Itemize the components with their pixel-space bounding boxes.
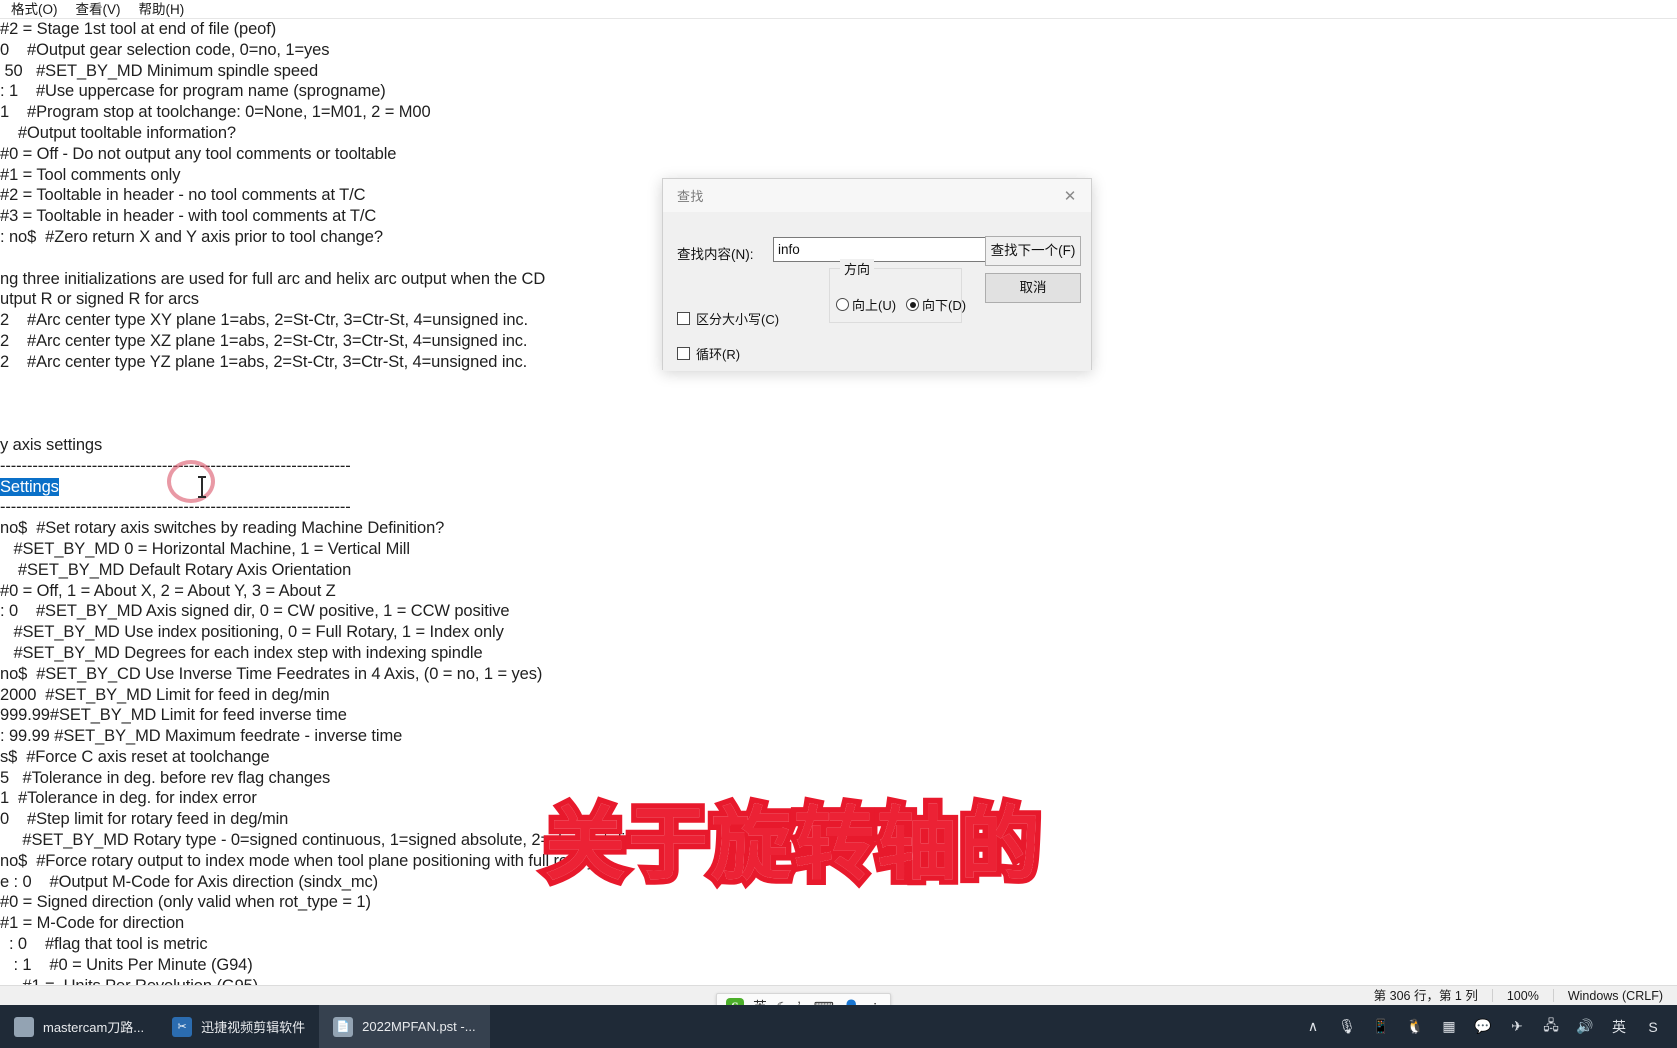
checkbox-wrap-around-label: 循环(R) — [696, 347, 741, 362]
windows-taskbar: mastercam刀路... ✂ 迅捷视频剪辑软件 📄 2022MPFAN.ps… — [0, 1005, 1677, 1048]
editor-line: #0 = Signed direction (only valid when r… — [0, 893, 371, 912]
find-dialog: 查找 ✕ 查找内容(N): 查找下一个(F) 取消 方向 向上(U) 向下(D) — [662, 178, 1092, 371]
telegram-icon[interactable]: ✈ — [1507, 1017, 1527, 1037]
editor-line: : 0 #flag that tool is metric — [0, 935, 208, 954]
editor-line: : 0 #SET_BY_MD Axis signed dir, 0 = CW p… — [0, 602, 510, 621]
editor-line: no$ #Force rotary output to index mode w… — [0, 851, 596, 870]
screen-root: 格式(O) 查看(V) 帮助(H) #2 = Stage 1st tool at… — [0, 0, 1677, 1048]
editor-line: : 1 #Use uppercase for program name (spr… — [0, 82, 386, 101]
editor-line: #SET_BY_MD Default Rotary Axis Orientati… — [0, 560, 352, 579]
editor-line: 1 #Program stop at toolchange: 0=None, 1… — [0, 103, 431, 122]
editor-line: 50 #SET_BY_MD Minimum spindle speed — [0, 61, 319, 80]
radio-direction-up-label: 向上(U) — [852, 298, 897, 313]
editor-line: #Output tooltable information? — [0, 123, 236, 142]
ime-language-icon[interactable]: 英 — [1609, 1017, 1629, 1037]
direction-legend: 方向 — [840, 259, 875, 278]
checkbox-square-icon — [677, 347, 690, 360]
editor-line: ----------------------------------------… — [0, 456, 351, 475]
taskbar-item-notepad-label: 2022MPFAN.pst -... — [362, 1019, 476, 1034]
find-dialog-body: 查找内容(N): 查找下一个(F) 取消 方向 向上(U) 向下(D) — [663, 212, 1091, 371]
editor-line: #0 = Off - Do not output any tool commen… — [0, 144, 397, 163]
taskbar-item-mastercam[interactable]: mastercam刀路... — [0, 1005, 158, 1048]
menu-format[interactable]: 格式(O) — [2, 0, 67, 19]
qq-icon[interactable]: 🐧 — [1405, 1017, 1425, 1037]
radio-circle-filled-icon — [906, 298, 920, 311]
find-what-input[interactable] — [773, 237, 1003, 262]
taskbar-item-video-editor[interactable]: ✂ 迅捷视频剪辑软件 — [158, 1005, 319, 1048]
text-editor-area[interactable]: #2 = Stage 1st tool at end of file (peof… — [0, 19, 1677, 985]
editor-line: e : 0 #Output M-Code for Axis direction … — [0, 872, 379, 891]
menu-bar: 格式(O) 查看(V) 帮助(H) — [0, 0, 1677, 19]
wechat-icon[interactable]: 💬 — [1473, 1017, 1493, 1037]
editor-line: #SET_BY_MD Rotary type - 0=signed contin… — [0, 831, 674, 850]
editor-line: 999.99#SET_BY_MD Limit for feed inverse … — [0, 706, 347, 725]
radio-direction-up[interactable]: 向上(U) — [836, 295, 896, 314]
editor-line: 2000 #SET_BY_MD Limit for feed in deg/mi… — [0, 685, 330, 704]
editor-line: s$ #Force C axis reset at toolchange — [0, 747, 270, 766]
editor-line: 1 #Tolerance in deg. for index error — [0, 789, 257, 808]
editor-line: Settings — [0, 477, 1677, 498]
editor-line: #SET_BY_MD 0 = Horizontal Machine, 1 = V… — [0, 539, 410, 558]
status-zoom-level[interactable]: 100% — [1493, 986, 1553, 1006]
notepad-file-icon: 📄 — [333, 1016, 354, 1037]
find-what-label: 查找内容(N): — [677, 247, 754, 262]
gallery-icon[interactable]: ▦ — [1439, 1017, 1459, 1037]
editor-line: #SET_BY_MD Use index positioning, 0 = Fu… — [0, 623, 504, 642]
close-icon[interactable]: ✕ — [1049, 179, 1091, 212]
scissors-icon: ✂ — [172, 1016, 193, 1037]
volume-icon[interactable]: 🔊 — [1575, 1017, 1595, 1037]
menu-view[interactable]: 查看(V) — [67, 0, 130, 19]
checkbox-match-case[interactable]: 区分大小写(C) — [677, 309, 779, 328]
sogou-icon[interactable]: S — [1643, 1017, 1663, 1037]
mastercam-icon — [14, 1016, 34, 1037]
microphone-icon[interactable]: 🎙 — [1337, 1017, 1357, 1037]
find-next-button[interactable]: 查找下一个(F) — [985, 236, 1081, 266]
status-line-ending[interactable]: Windows (CRLF) — [1554, 986, 1677, 1006]
checkbox-match-case-label: 区分大小写(C) — [696, 312, 780, 327]
system-tray: ∧ 🎙 📱 🐧 ▦ 💬 ✈ 🖧 🔊 英 S — [1303, 1005, 1677, 1048]
taskbar-item-video-editor-label: 迅捷视频剪辑软件 — [201, 1020, 306, 1035]
editor-line: ----------------------------------------… — [0, 498, 351, 517]
checkbox-wrap-around[interactable]: 循环(R) — [677, 344, 740, 363]
selected-text: Settings — [0, 477, 59, 496]
direction-groupbox: 方向 向上(U) 向下(D) — [829, 259, 966, 323]
network-icon[interactable]: 🖧 — [1541, 1017, 1561, 1037]
cancel-button[interactable]: 取消 — [985, 273, 1081, 303]
taskbar-item-notepad[interactable]: 📄 2022MPFAN.pst -... — [319, 1005, 490, 1048]
radio-circle-icon — [836, 298, 849, 311]
phone-link-icon[interactable]: 📱 — [1371, 1017, 1391, 1037]
find-dialog-titlebar[interactable]: 查找 ✕ — [663, 179, 1091, 212]
radio-direction-down[interactable]: 向下(D) — [906, 295, 966, 314]
status-cursor-position: 第 306 行，第 1 列 — [1373, 988, 1478, 1003]
radio-direction-down-label: 向下(D) — [922, 298, 967, 313]
editor-line: #SET_BY_MD Degrees for each index step w… — [0, 643, 483, 662]
show-hidden-icons-icon[interactable]: ∧ — [1303, 1017, 1323, 1037]
editor-line: 0 #Output gear selection code, 0=no, 1=y… — [0, 40, 330, 59]
editor-line: #1 = M-Code for direction — [0, 914, 185, 933]
direction-radio-row: 向上(U) 向下(D) — [836, 295, 966, 314]
editor-line: 5 #Tolerance in deg. before rev flag cha… — [0, 768, 331, 787]
taskbar-item-mastercam-label: mastercam刀路... — [43, 1020, 145, 1035]
notepad-window: 格式(O) 查看(V) 帮助(H) #2 = Stage 1st tool at… — [0, 0, 1677, 1005]
menu-help[interactable]: 帮助(H) — [130, 0, 194, 19]
editor-line: no$ #Set rotary axis switches by reading… — [0, 519, 445, 538]
editor-line: no$ #SET_BY_CD Use Inverse Time Feedrate… — [0, 664, 543, 683]
editor-line: #1 = Units Per Revolution (G95) — [0, 976, 1677, 985]
editor-line: y axis settings — [0, 435, 103, 454]
editor-line: #0 = Off, 1 = About X, 2 = About Y, 3 = … — [0, 581, 336, 600]
find-dialog-title: 查找 — [677, 189, 704, 204]
editor-line: : 99.99 #SET_BY_MD Maximum feedrate - in… — [0, 727, 403, 746]
editor-line: : 1 #0 = Units Per Minute (G94) — [0, 955, 253, 974]
editor-line: #2 = Stage 1st tool at end of file (peof… — [0, 20, 277, 38]
checkbox-square-icon — [677, 312, 690, 325]
editor-line: 0 #Step limit for rotary feed in deg/min — [0, 810, 289, 829]
